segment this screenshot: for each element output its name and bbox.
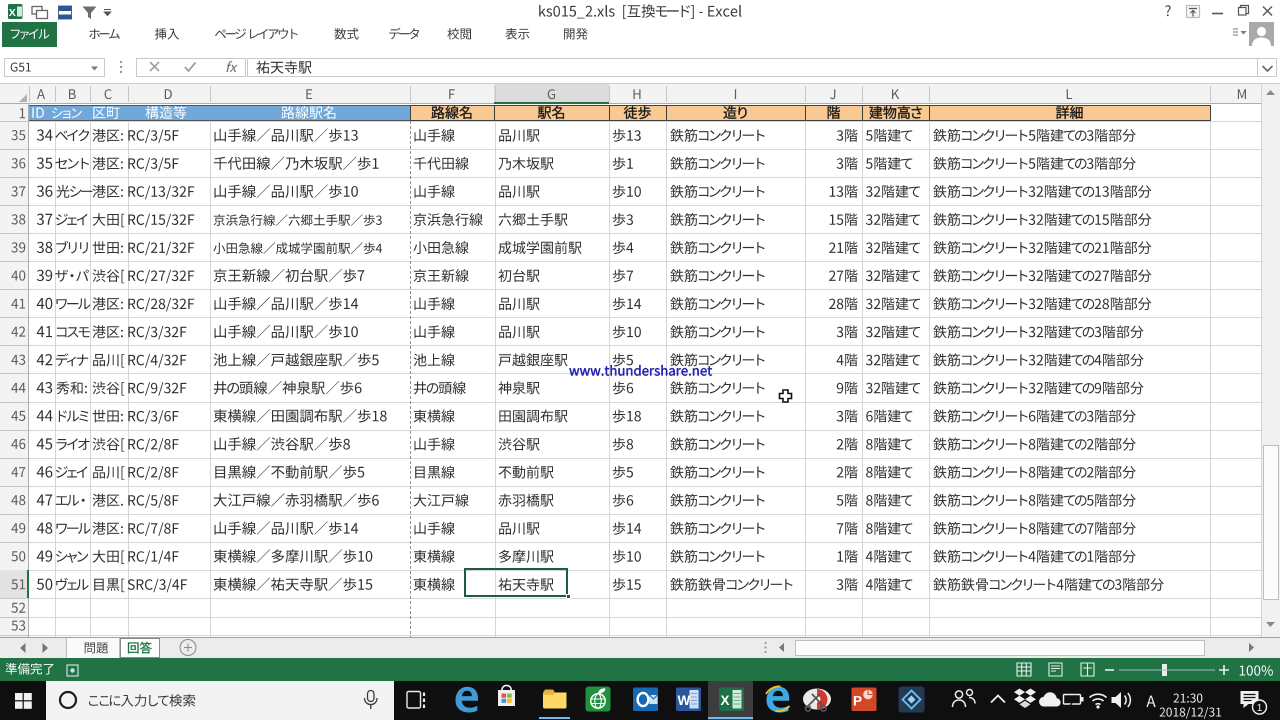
svg-text:1: 1	[1257, 703, 1263, 714]
svg-text:W: W	[678, 693, 691, 708]
svg-text:X: X	[721, 693, 730, 708]
svg-text:P: P	[853, 694, 862, 709]
svg-text:X: X	[9, 7, 16, 19]
